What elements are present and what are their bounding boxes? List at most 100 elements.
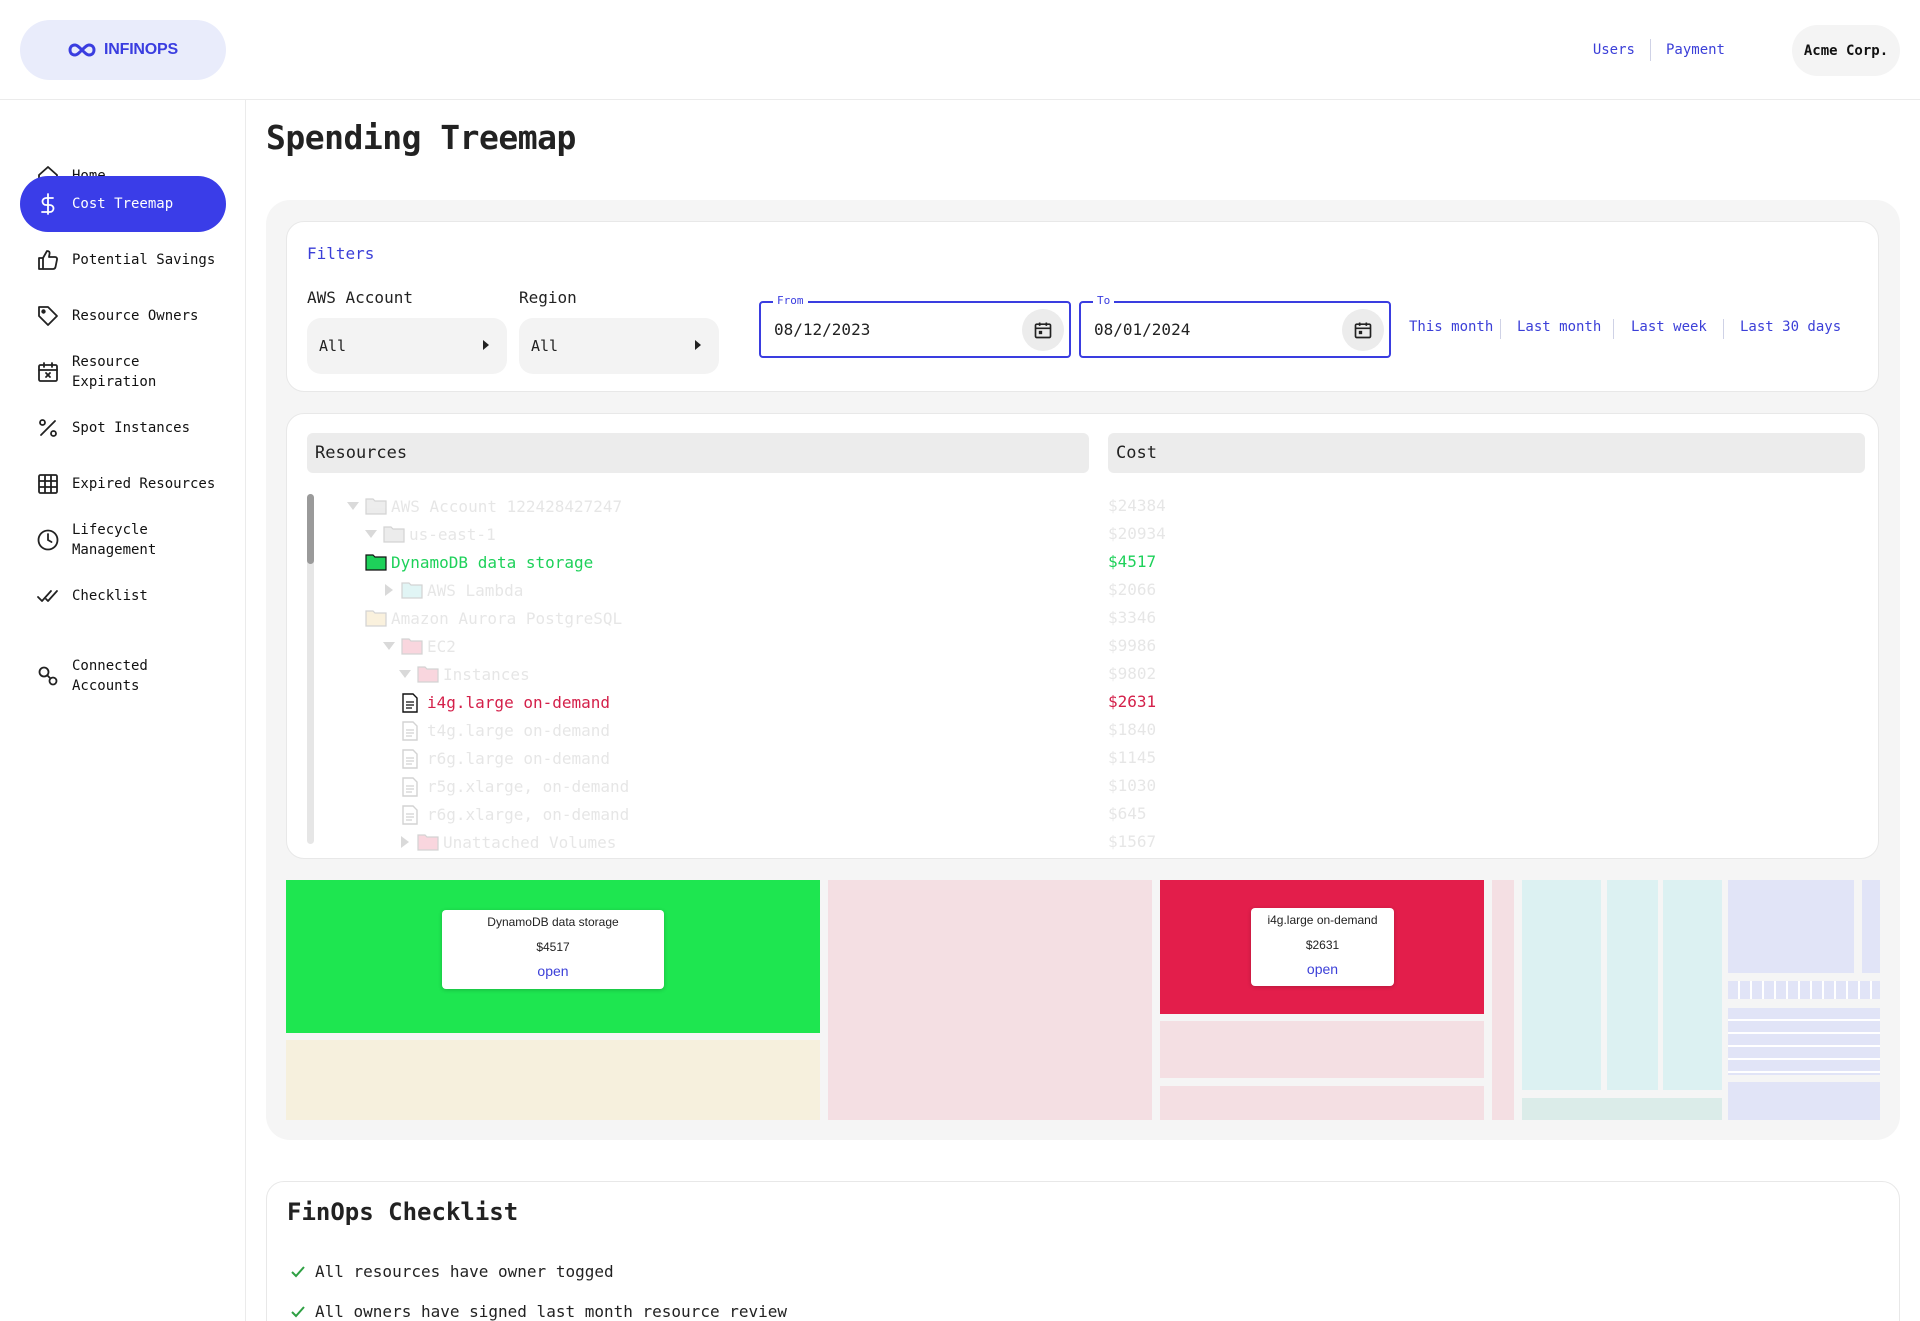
treemap-tile-aurora[interactable]	[286, 1040, 820, 1120]
tree-row-label: Unattached Volumes	[443, 832, 617, 852]
link-nodes-icon	[35, 663, 61, 689]
treemap-tile-small-group[interactable]	[1728, 981, 1880, 999]
tree-row-label: us-east-1	[409, 524, 496, 544]
treemap-tile-ec2-other[interactable]	[828, 880, 1152, 1120]
sidebar-item-label: Resource Owners	[72, 308, 199, 324]
checklist-item: All owners have signed last month resour…	[291, 1302, 787, 1321]
treemap-tile-lambda[interactable]	[1607, 880, 1658, 1090]
from-date-field[interactable]: From 08/12/2023	[759, 294, 1071, 358]
to-date-value[interactable]: 08/01/2024	[1094, 320, 1190, 339]
folder-icon	[365, 609, 387, 627]
sidebar-item-expired-resources[interactable]: Expired Resources	[20, 456, 226, 512]
chevron-right-icon[interactable]	[381, 582, 397, 598]
region-select[interactable]: All	[519, 318, 719, 374]
file-icon	[401, 805, 423, 825]
treemap-tile-lambda[interactable]	[1663, 880, 1722, 1090]
users-link[interactable]: Users	[1578, 42, 1650, 58]
tree-row-cost: $20934	[1108, 524, 1166, 543]
tree-row-cost: $24384	[1108, 496, 1166, 515]
region-label: Region	[519, 288, 577, 307]
sidebar-item-label: Checklist	[72, 588, 148, 604]
calendar-x-icon	[35, 359, 61, 385]
tree-row-cost: $2066	[1108, 580, 1157, 599]
tooltip-open-link[interactable]: open	[442, 963, 664, 979]
chevron-down-icon[interactable]	[345, 498, 361, 514]
tree-row[interactable]: EC2	[381, 632, 456, 660]
tree-row-cost: $1840	[1108, 720, 1157, 739]
tree-row[interactable]: t4g.large on-demand	[401, 716, 610, 744]
tree-row-label: r6g.xlarge, on-demand	[427, 804, 630, 824]
tooltip-open-link[interactable]: open	[1251, 961, 1394, 977]
sidebar-item-label: Cost Treemap	[72, 196, 174, 212]
chevron-down-icon[interactable]	[381, 638, 397, 654]
logo[interactable]: INFINOPS	[20, 20, 226, 80]
sidebar-item-potential-savings[interactable]: Potential Savings	[20, 232, 226, 288]
sidebar-item-spot-instances[interactable]: Spot Instances	[20, 400, 226, 456]
from-date-value[interactable]: 08/12/2023	[774, 320, 870, 339]
quick-range-last-month[interactable]: Last month	[1517, 319, 1601, 335]
file-icon	[401, 721, 423, 741]
sidebar-item-lifecycle-management[interactable]: Lifecycle Management	[20, 512, 226, 568]
treemap-tile-small-group[interactable]	[1728, 1008, 1880, 1075]
scrollbar[interactable]	[307, 494, 314, 844]
tree-row[interactable]: Instances	[397, 660, 530, 688]
treemap-tile-account[interactable]	[1728, 1082, 1880, 1120]
treemap-tile-lambda[interactable]	[1522, 880, 1601, 1090]
chevron-right-icon[interactable]	[397, 834, 413, 850]
treemap-tile-other[interactable]	[1522, 1098, 1722, 1120]
treemap-tile-account[interactable]	[1862, 880, 1880, 973]
tree-row[interactable]: AWS Lambda	[381, 576, 523, 604]
quick-range-last-week[interactable]: Last week	[1631, 319, 1707, 335]
quick-range-last-30-days[interactable]: Last 30 days	[1740, 319, 1841, 335]
chevron-down-icon[interactable]	[363, 526, 379, 542]
tree-row-label: Instances	[443, 664, 530, 684]
treemap-tile-account[interactable]	[1728, 880, 1854, 973]
tree-row[interactable]: i4g.large on-demand	[401, 688, 610, 716]
checklist-item: All resources have owner togged	[291, 1262, 614, 1281]
tree-row[interactable]: DynamoDB data storage	[365, 548, 593, 576]
quick-range-this-month[interactable]: This month	[1409, 319, 1493, 335]
treemap-tile-unattached-volumes[interactable]	[1492, 880, 1514, 1120]
tree-row-cost: $645	[1108, 804, 1147, 823]
filters-title: Filters	[307, 244, 375, 263]
cost-column-header[interactable]: Cost	[1108, 433, 1865, 473]
tree-row[interactable]: Amazon Aurora PostgreSQL	[365, 604, 622, 632]
top-links: Users Payment	[1578, 0, 1740, 100]
sidebar-item-cost-treemap[interactable]: Cost Treemap	[20, 176, 226, 232]
tree-row[interactable]: us-east-1	[363, 520, 496, 548]
payment-link[interactable]: Payment	[1651, 42, 1740, 58]
treemap-tile-ec2-instance[interactable]	[1160, 1086, 1484, 1120]
calendar-icon[interactable]	[1022, 309, 1064, 351]
tree-row[interactable]: r6g.xlarge, on-demand	[401, 800, 629, 828]
checklist-title: FinOps Checklist	[287, 1198, 519, 1226]
tooltip-cost: $2631	[1305, 938, 1340, 952]
tree-row[interactable]: r5g.xlarge, on-demand	[401, 772, 629, 800]
grid-table-icon	[35, 471, 61, 497]
tree-row[interactable]: AWS Account 122428427247	[345, 492, 622, 520]
treemap-tile-ec2-instance[interactable]	[1160, 1021, 1484, 1078]
aws-account-select[interactable]: All	[307, 318, 507, 374]
chevron-down-icon[interactable]	[397, 666, 413, 682]
resources-column-header[interactable]: Resources	[307, 433, 1089, 473]
tree-row-label: r5g.xlarge, on-demand	[427, 776, 630, 796]
folder-icon	[383, 525, 405, 543]
sidebar-item-connected-accounts[interactable]: Connected Accounts	[20, 648, 226, 704]
sidebar-item-resource-expiration[interactable]: Resource Expiration	[20, 344, 226, 400]
company-button[interactable]: Acme Corp.	[1792, 25, 1900, 76]
calendar-icon[interactable]	[1342, 309, 1384, 351]
tree-row[interactable]: Unattached Volumes	[397, 828, 616, 856]
scrollbar-thumb[interactable]	[307, 494, 314, 564]
sidebar-item-resource-owners[interactable]: Resource Owners	[20, 288, 226, 344]
tooltip-name: DynamoDB data storage	[487, 915, 619, 929]
folder-icon	[401, 581, 423, 599]
tree-row-cost: $1567	[1108, 832, 1157, 851]
to-date-field[interactable]: To 08/01/2024	[1079, 294, 1391, 358]
double-check-icon	[35, 583, 61, 609]
divider	[1500, 319, 1501, 339]
tree-row-label: t4g.large on-demand	[427, 720, 611, 740]
tree-row[interactable]: r6g.large on-demand	[401, 744, 610, 772]
sidebar-item-checklist[interactable]: Checklist	[20, 568, 226, 624]
tree-row-cost: $1145	[1108, 748, 1157, 767]
folder-icon	[365, 497, 387, 515]
sidebar-item-label: Spot Instances	[72, 420, 191, 436]
